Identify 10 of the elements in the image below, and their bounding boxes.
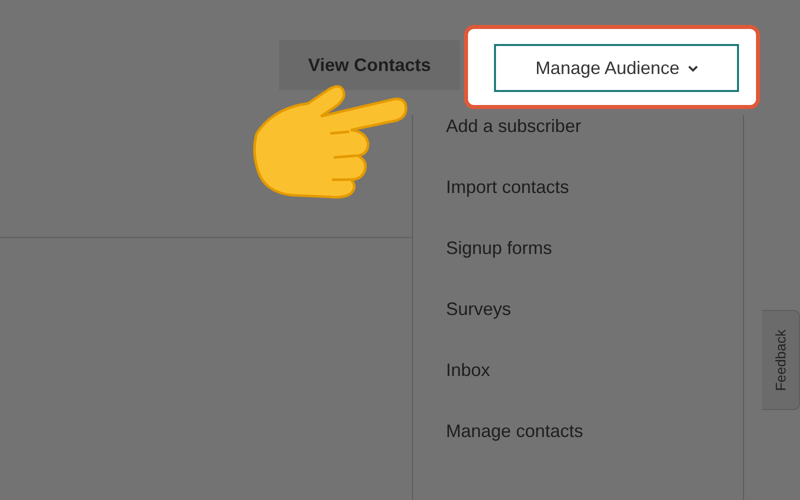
view-contacts-button[interactable]: View Contacts <box>279 40 460 90</box>
menu-item[interactable]: Inbox <box>413 357 743 383</box>
manage-audience-button[interactable]: Manage Audience <box>494 44 739 92</box>
feedback-tab[interactable]: Feedback <box>762 310 800 410</box>
menu-item[interactable]: Surveys <box>413 296 743 322</box>
menu-item[interactable]: Add a subscriber <box>413 113 743 139</box>
caret-icon <box>688 64 698 72</box>
menu-item[interactable]: Manage contacts <box>413 418 743 444</box>
menu-item[interactable]: Import contacts <box>413 174 743 200</box>
menu-item[interactable]: Signup forms <box>413 235 743 261</box>
